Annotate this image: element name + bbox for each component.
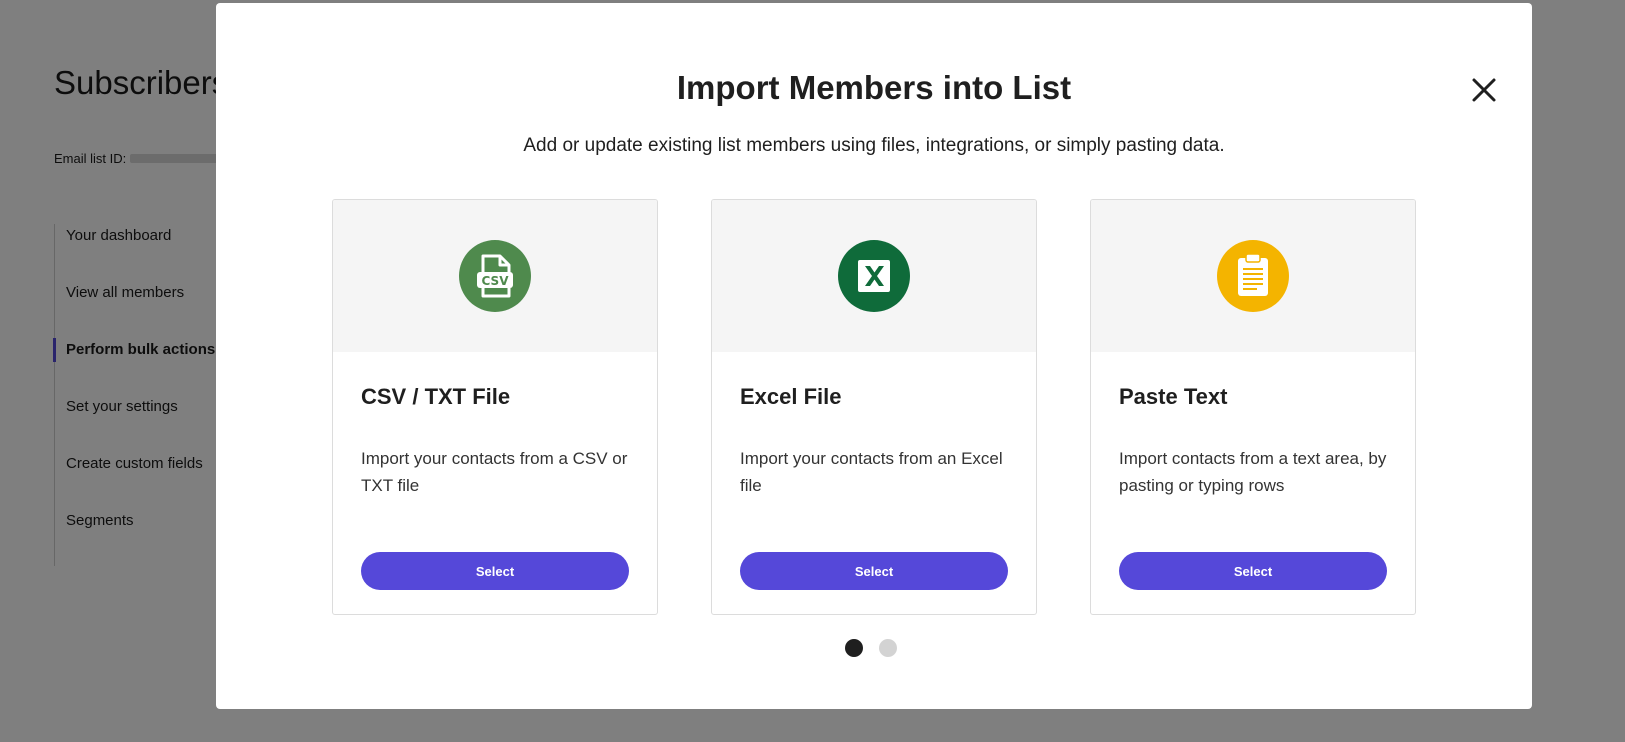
card-description: Import contacts from a text area, by pas… xyxy=(1119,449,1387,495)
close-icon xyxy=(1472,78,1496,102)
card-title: Excel File xyxy=(740,384,842,409)
close-button[interactable] xyxy=(1467,73,1501,107)
excel-file-icon xyxy=(838,240,910,312)
card-icon-area: CSV xyxy=(333,200,657,352)
modal-subtitle: Add or update existing list members usin… xyxy=(523,135,1225,156)
card-title: CSV / TXT File xyxy=(361,384,511,409)
import-members-modal: Import Members into List Add or update e… xyxy=(216,3,1532,709)
card-icon-area xyxy=(712,200,1036,352)
card-description: Import your contacts from an Excel file xyxy=(740,449,1003,495)
select-excel-button[interactable]: Select xyxy=(740,552,1008,590)
pagination-dot-2[interactable] xyxy=(879,639,897,657)
import-card-paste: Paste Text Import contacts from a text a… xyxy=(1090,199,1416,615)
modal-title: Import Members into List xyxy=(676,69,1072,106)
card-description: Import your contacts from a CSV or TXT f… xyxy=(361,449,628,495)
select-paste-button[interactable]: Select xyxy=(1119,552,1387,590)
card-icon-area xyxy=(1091,200,1415,352)
card-title: Paste Text xyxy=(1119,384,1228,409)
import-options: CSV CSV / TXT File Import your contacts … xyxy=(332,199,1416,615)
import-card-csv: CSV CSV / TXT File Import your contacts … xyxy=(332,199,658,615)
pagination-dot-1[interactable] xyxy=(845,639,863,657)
select-csv-button[interactable]: Select xyxy=(361,552,629,590)
clipboard-icon xyxy=(1217,240,1289,312)
csv-file-icon: CSV xyxy=(459,240,531,312)
carousel-pagination xyxy=(845,639,897,657)
svg-text:CSV: CSV xyxy=(482,274,510,288)
import-card-excel: Excel File Import your contacts from an … xyxy=(711,199,1037,615)
